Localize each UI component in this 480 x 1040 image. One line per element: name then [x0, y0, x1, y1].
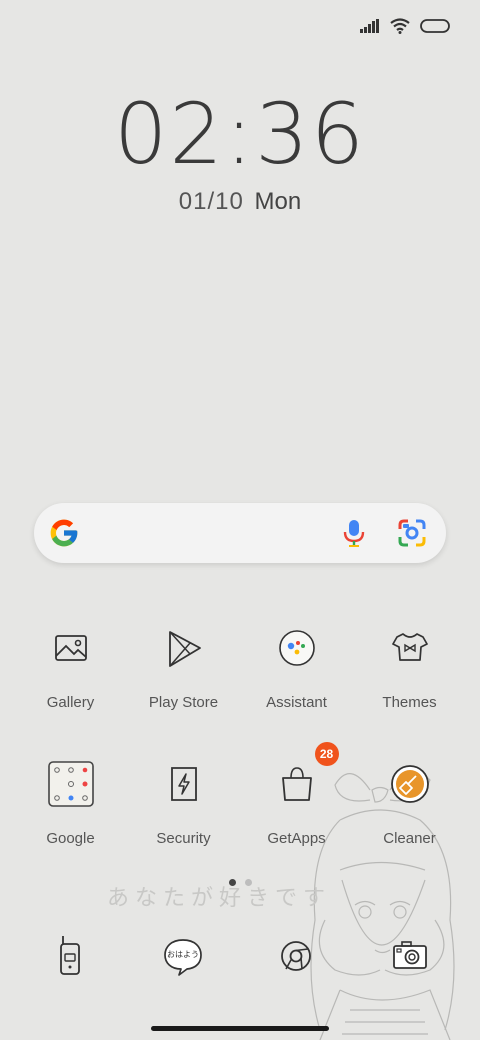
- app-label: Security: [156, 830, 211, 847]
- weekday-value: Mon: [254, 188, 302, 215]
- lockscreen-date[interactable]: 01/10 Mon: [0, 188, 480, 216]
- messages-app[interactable]: おはよう: [159, 932, 207, 980]
- date-value: 01/10: [178, 188, 244, 215]
- messages-icon-text: おはよう: [167, 950, 199, 959]
- app-label: Cleaner: [383, 830, 436, 847]
- phone-icon[interactable]: [46, 932, 94, 980]
- camera-icon[interactable]: [386, 932, 434, 980]
- app-label: Play Store: [148, 694, 219, 711]
- wallpaper-text: あなたが好きです: [107, 886, 332, 911]
- notification-badge: 28: [314, 742, 339, 766]
- app-gallery[interactable]: Gallery: [14, 624, 127, 711]
- google-folder-icon: [47, 761, 94, 807]
- signal-icon: [360, 19, 379, 33]
- mic-icon[interactable]: [342, 519, 366, 547]
- app-getapps[interactable]: 28 GetApps: [240, 742, 353, 847]
- status-bar: [360, 18, 450, 34]
- battery-icon: [420, 19, 450, 33]
- app-label: GetApps: [267, 830, 326, 847]
- app-label: Assistant: [266, 694, 327, 711]
- wifi-icon: [390, 18, 410, 34]
- home-indicator[interactable]: [151, 1026, 329, 1031]
- app-label: Google: [46, 830, 95, 847]
- themes-icon: [391, 633, 428, 661]
- play-store-icon: [168, 631, 201, 667]
- google-g-icon: [50, 519, 78, 547]
- getapps-icon: [281, 767, 312, 801]
- lockscreen-clock[interactable]: 02:36: [0, 92, 480, 176]
- app-label: Gallery: [46, 694, 95, 711]
- assistant-icon: [278, 630, 315, 666]
- security-icon: [170, 767, 197, 801]
- lens-icon[interactable]: [398, 519, 426, 547]
- page-indicator[interactable]: [229, 879, 252, 886]
- app-google-folder[interactable]: Google: [14, 760, 127, 847]
- app-assistant[interactable]: Assistant: [240, 624, 353, 711]
- page-dot-1: [229, 879, 236, 886]
- cleaner-icon: [390, 765, 429, 803]
- chrome-icon[interactable]: [272, 932, 320, 980]
- gallery-icon: [54, 635, 87, 661]
- app-label: Themes: [382, 694, 437, 711]
- google-search-bar[interactable]: [34, 503, 446, 563]
- app-play-store[interactable]: Play Store: [127, 624, 240, 711]
- app-themes[interactable]: Themes: [353, 624, 466, 711]
- app-security[interactable]: Security: [127, 760, 240, 847]
- page-dot-2: [245, 879, 252, 886]
- app-cleaner[interactable]: Cleaner: [353, 760, 466, 847]
